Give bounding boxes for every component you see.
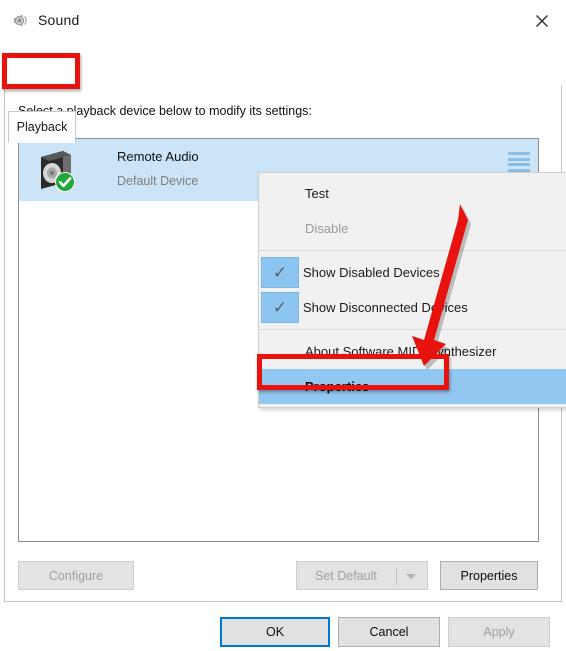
tab-playback[interactable]: Playback — [8, 111, 76, 143]
menu-item-properties-label: Properties — [305, 379, 370, 394]
window-title: Sound — [38, 12, 80, 28]
apply-button-label: Apply — [483, 625, 515, 639]
cancel-button-label: Cancel — [369, 625, 409, 639]
checkmark-icon: ✓ — [261, 257, 299, 288]
chevron-down-icon — [406, 574, 416, 579]
close-icon[interactable] — [522, 6, 562, 36]
ok-button[interactable]: OK — [220, 617, 330, 647]
menu-item-show-disabled-devices-label: Show Disabled Devices — [303, 265, 440, 280]
tab-strip: Playback Recording Sounds Communications — [0, 56, 566, 143]
speaker-icon — [11, 11, 30, 30]
menu-gutter — [259, 211, 301, 246]
list-lines-icon — [508, 152, 530, 172]
menu-gutter — [259, 176, 301, 211]
context-menu[interactable]: Test Disable ✓ Show Disabled Devices ✓ S… — [258, 172, 566, 408]
checkmark-glyph: ✓ — [272, 263, 288, 282]
properties-button-label: Properties — [460, 568, 518, 583]
cancel-button[interactable]: Cancel — [338, 617, 440, 647]
title-bar: Sound — [0, 0, 566, 46]
ok-button-label: OK — [265, 625, 285, 639]
menu-item-disable-label: Disable — [305, 221, 349, 236]
configure-button: Configure — [18, 561, 134, 590]
tab-playback-label: Playback — [16, 120, 68, 134]
menu-item-properties[interactable]: Properties — [259, 369, 566, 404]
speaker-device-icon — [33, 147, 79, 193]
menu-item-show-disabled-devices[interactable]: ✓ Show Disabled Devices — [259, 255, 566, 290]
menu-item-test[interactable]: Test — [259, 176, 566, 211]
set-default-button: Set Default — [296, 561, 428, 590]
properties-button[interactable]: Properties — [440, 561, 538, 590]
menu-item-about-midi-synthesizer-label: About Software MIDI Synthesizer — [305, 344, 497, 359]
menu-item-about-midi-synthesizer[interactable]: About Software MIDI Synthesizer — [259, 334, 566, 369]
menu-gutter — [259, 369, 301, 404]
apply-button: Apply — [448, 617, 550, 647]
checkmark-glyph: ✓ — [272, 298, 288, 317]
menu-gutter — [259, 334, 301, 369]
configure-button-label: Configure — [48, 568, 104, 583]
menu-separator — [259, 250, 566, 251]
menu-item-show-disconnected-devices[interactable]: ✓ Show Disconnected Devices — [259, 290, 566, 325]
checkmark-icon: ✓ — [261, 292, 299, 323]
set-default-button-label: Set Default — [315, 568, 377, 583]
menu-separator — [259, 329, 566, 330]
device-status: Default Device — [117, 174, 199, 188]
menu-item-test-label: Test — [305, 186, 329, 201]
menu-item-disable: Disable — [259, 211, 566, 246]
menu-item-show-disconnected-devices-label: Show Disconnected Devices — [303, 300, 468, 315]
split-separator — [396, 568, 397, 585]
device-name: Remote Audio — [117, 149, 199, 164]
